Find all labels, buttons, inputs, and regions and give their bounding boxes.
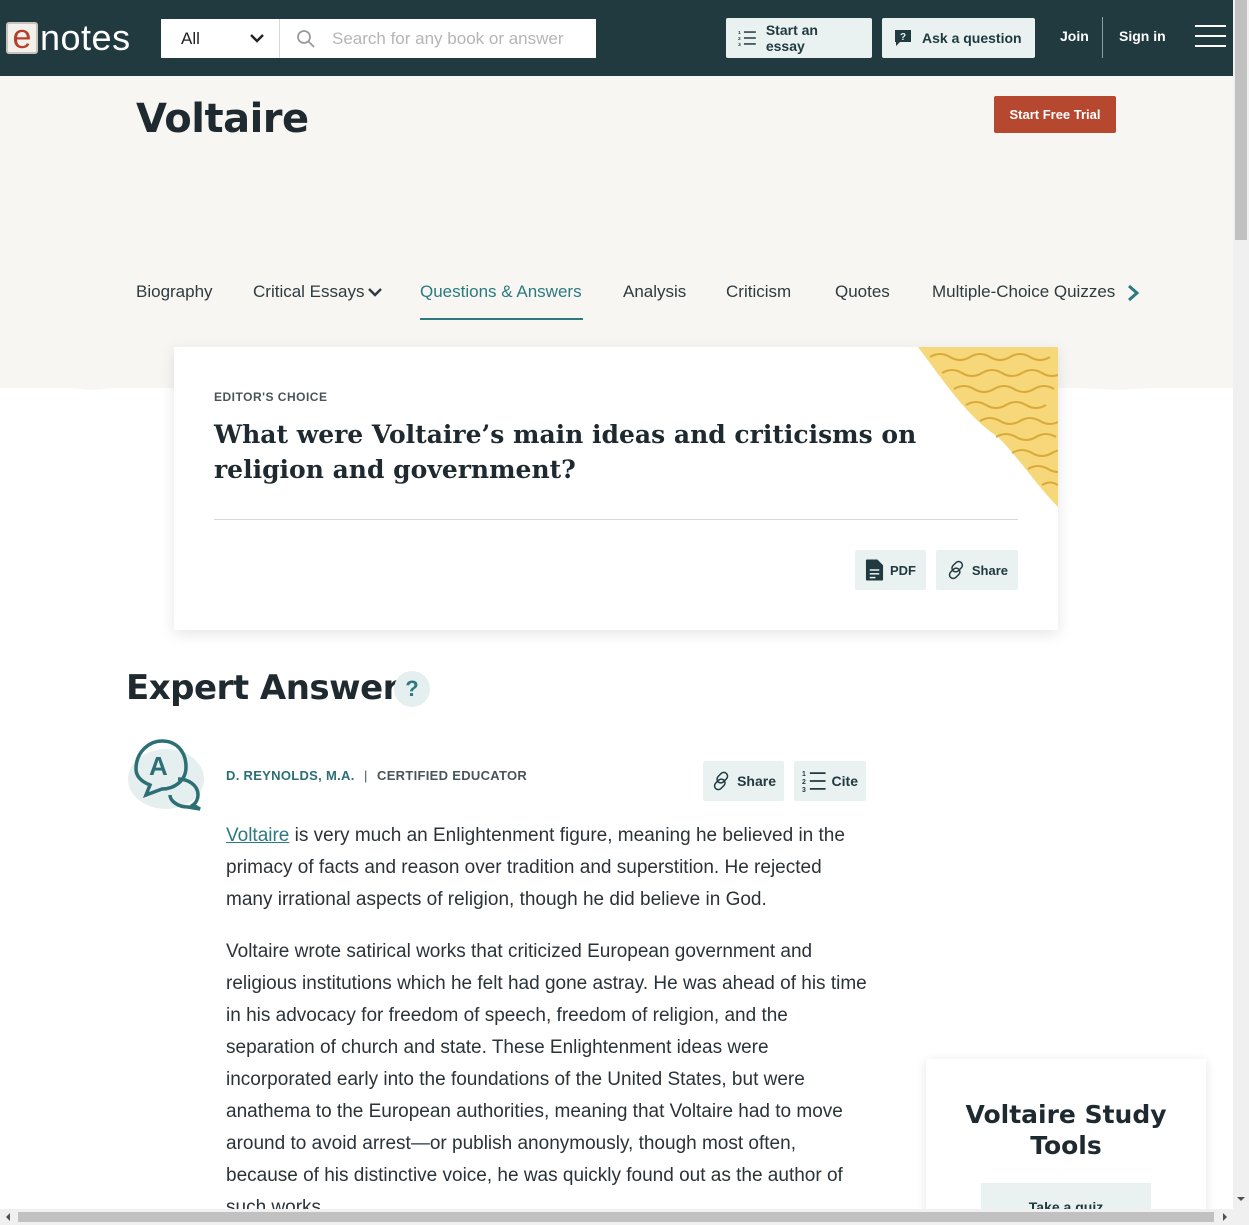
svg-text:2: 2 (738, 36, 741, 42)
ask-question-label: Ask a question (922, 30, 1022, 46)
answer-paragraph: Voltaire is very much an Enlightenment f… (226, 820, 871, 916)
avatar-letter: A (149, 751, 168, 781)
category-select[interactable]: All (161, 19, 280, 58)
svg-text:2: 2 (802, 779, 806, 786)
pdf-button[interactable]: PDF (855, 550, 926, 590)
section-tabs: Biography Critical Essays Questions & An… (136, 280, 1146, 322)
svg-text:1: 1 (802, 771, 806, 778)
link-icon (948, 560, 964, 580)
answer-paragraph: Voltaire wrote satirical works that crit… (226, 941, 867, 1209)
tab-critical-essays[interactable]: Critical Essays (253, 282, 383, 302)
vertical-scrollbar[interactable] (1233, 0, 1249, 1209)
share-label: Share (971, 562, 1008, 578)
chevron-down-icon (368, 288, 383, 297)
vertical-scrollbar-thumb[interactable] (1235, 0, 1247, 240)
scroll-down-arrow-icon[interactable] (1233, 1191, 1249, 1207)
expert-answers-heading: Expert Answers (126, 668, 419, 708)
horizontal-scrollbar-thumb[interactable] (18, 1212, 1214, 1222)
document-icon (865, 559, 884, 581)
scroll-left-arrow-icon[interactable] (0, 1209, 16, 1225)
study-tools-title: Voltaire Study Tools (965, 1100, 1167, 1160)
educator-role: CERTIFIED EDUCATOR (377, 768, 528, 783)
search-input[interactable] (332, 28, 592, 49)
numbered-list-icon: 123 (802, 771, 826, 793)
tab-criticism[interactable]: Criticism (726, 282, 791, 302)
tab-quotes[interactable]: Quotes (835, 282, 890, 302)
answer-share-label: Share (737, 773, 776, 789)
active-tab-indicator (420, 318, 583, 320)
svg-text:3: 3 (802, 787, 806, 793)
tab-critical-essays-label: Critical Essays (253, 282, 365, 301)
page-title: Voltaire (136, 96, 309, 142)
numbered-list-icon: 123 (738, 30, 756, 47)
logo-wordmark: notes (40, 17, 131, 58)
header-divider (1102, 17, 1103, 58)
start-essay-button[interactable]: 123 Start an essay (726, 18, 872, 58)
ask-question-button[interactable]: ? Ask a question (882, 18, 1035, 58)
category-select-value: All (181, 28, 200, 48)
tab-multiple-choice-quizzes[interactable]: Multiple-Choice Quizzes (932, 282, 1116, 302)
start-essay-label: Start an essay (765, 22, 818, 54)
scroll-right-arrow-icon[interactable] (1217, 1209, 1233, 1225)
join-link[interactable]: Join (1060, 28, 1089, 44)
question-title: What were Voltaire’s main ideas and crit… (214, 420, 917, 484)
chevron-right-icon[interactable] (1124, 283, 1142, 303)
educator-name[interactable]: D. REYNOLDS, M.A. (226, 768, 355, 783)
answer-body: Voltaire is very much an Enlightenment f… (226, 820, 871, 1209)
voltaire-link[interactable]: Voltaire (226, 825, 289, 846)
question-card: EDITOR'S CHOICE What were Voltaire’s mai… (174, 347, 1058, 630)
search-icon (297, 29, 315, 48)
study-tools-panel: Voltaire Study Tools Take a quiz (926, 1059, 1206, 1219)
search-box (280, 19, 596, 58)
educator-avatar: A (128, 739, 204, 811)
link-icon (713, 771, 729, 791)
help-icon[interactable]: ? (394, 671, 430, 707)
cite-label: Cite (831, 773, 858, 789)
top-navigation-bar: e notes All 123 Start an essay ? Ask a q… (0, 0, 1233, 76)
tab-questions-answers[interactable]: Questions & Answers (420, 282, 582, 302)
logo-e-mark: e (6, 20, 38, 54)
question-bubble-icon: ? (895, 30, 911, 46)
horizontal-scrollbar[interactable] (0, 1209, 1249, 1225)
start-free-trial-button[interactable]: Start Free Trial (994, 96, 1116, 133)
sign-in-link[interactable]: Sign in (1119, 28, 1166, 44)
share-button[interactable]: Share (936, 550, 1018, 590)
svg-text:1: 1 (738, 30, 741, 36)
card-divider (214, 519, 1018, 520)
enotes-logo[interactable]: e notes (6, 17, 131, 58)
cite-button[interactable]: 123 Cite (794, 761, 866, 801)
tab-biography[interactable]: Biography (136, 282, 213, 302)
answer-share-button[interactable]: Share (703, 761, 784, 801)
hamburger-menu-icon[interactable] (1195, 25, 1226, 49)
svg-text:?: ? (900, 32, 906, 43)
editors-choice-label: EDITOR'S CHOICE (214, 390, 328, 404)
tab-analysis[interactable]: Analysis (623, 282, 686, 302)
answer-paragraph-text: is very much an Enlightenment figure, me… (226, 825, 845, 910)
svg-text:3: 3 (738, 42, 741, 47)
pdf-label: PDF (890, 562, 916, 578)
author-separator: | (364, 768, 368, 783)
chevron-down-icon (250, 34, 264, 43)
